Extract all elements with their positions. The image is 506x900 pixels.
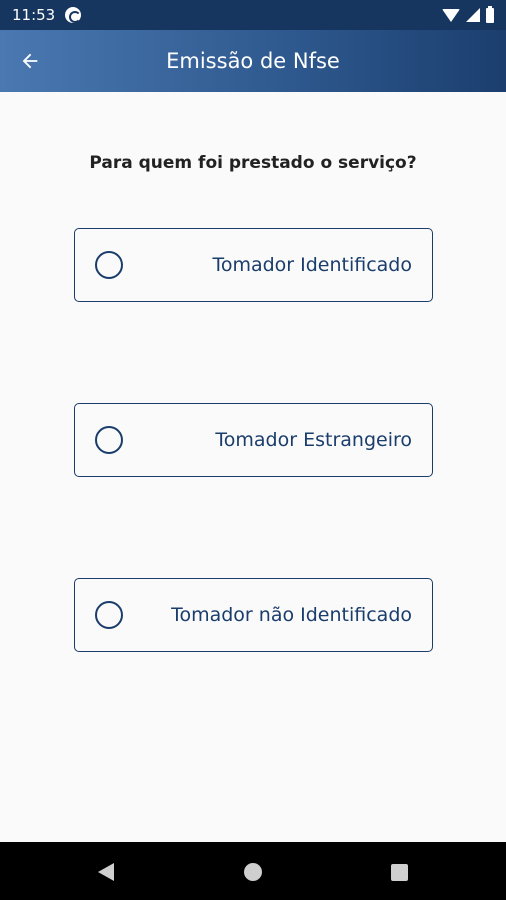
wifi-icon — [442, 8, 460, 22]
page-title: Emissão de Nfse — [166, 49, 340, 73]
radio-icon[interactable] — [95, 426, 123, 454]
sync-icon — [65, 7, 82, 23]
system-nav-bar — [0, 842, 506, 900]
option-tomador-estrangeiro[interactable]: Tomador Estrangeiro — [74, 403, 433, 477]
back-button[interactable] — [14, 45, 46, 77]
arrow-left-icon — [22, 53, 38, 69]
option-label: Tomador não Identificado — [171, 604, 412, 626]
option-label: Tomador Identificado — [212, 254, 412, 276]
question-text: Para quem foi prestado o serviço? — [89, 153, 417, 173]
status-bar: 11:53 — [0, 0, 506, 30]
signal-icon — [466, 8, 480, 22]
option-label: Tomador Estrangeiro — [215, 429, 412, 451]
nav-home-icon[interactable] — [244, 863, 262, 881]
radio-icon[interactable] — [95, 251, 123, 279]
nav-recents-icon[interactable] — [391, 864, 408, 881]
battery-icon — [486, 5, 494, 23]
option-tomador-nao-identificado[interactable]: Tomador não Identificado — [74, 578, 433, 652]
nav-back-icon[interactable] — [98, 863, 114, 881]
status-time: 11:53 — [12, 6, 56, 24]
option-tomador-identificado[interactable]: Tomador Identificado — [74, 228, 433, 302]
status-icons — [442, 5, 494, 23]
app-bar: Emissão de Nfse — [0, 30, 506, 92]
radio-icon[interactable] — [95, 601, 123, 629]
